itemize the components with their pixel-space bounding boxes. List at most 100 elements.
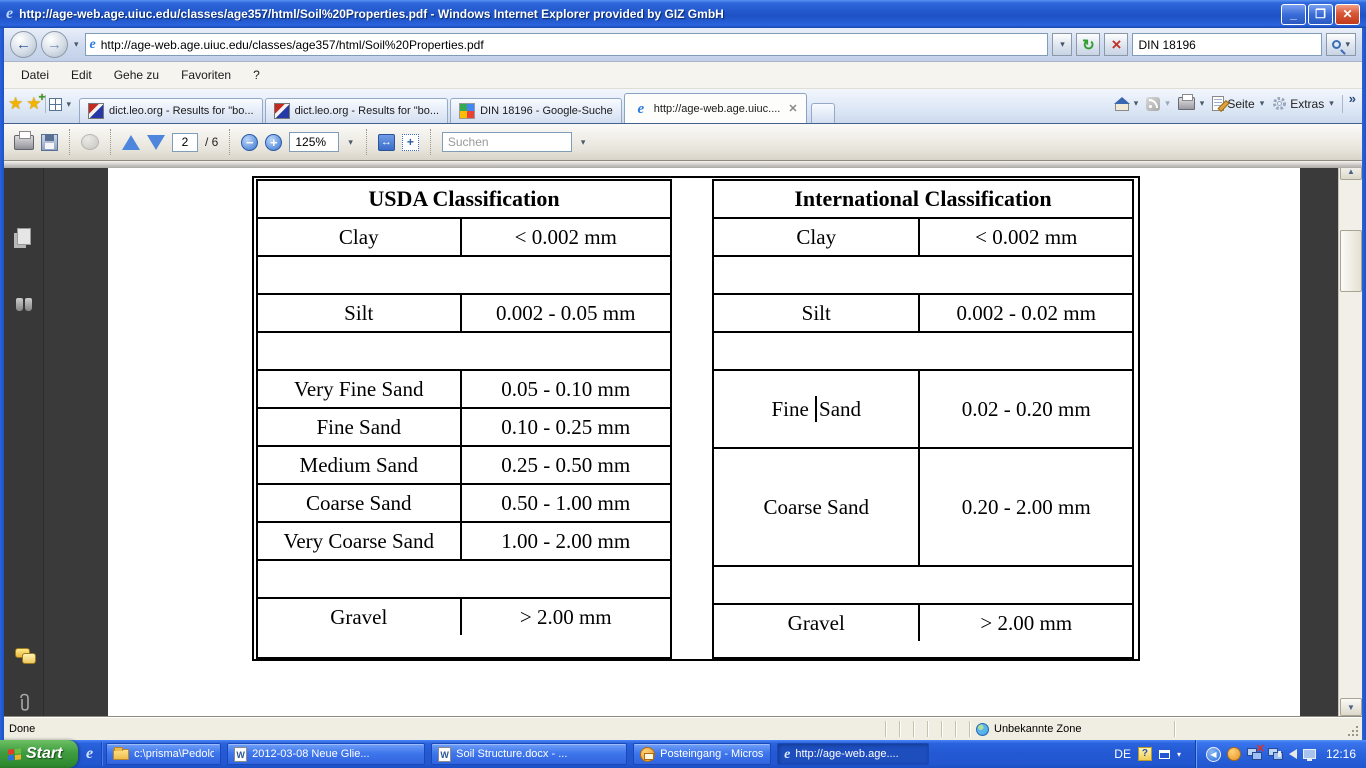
status-segment [899, 721, 913, 737]
zoom-dropdown-icon[interactable]: ▾ [346, 137, 355, 148]
pdf-print-icon[interactable] [14, 130, 34, 150]
status-segment [913, 721, 927, 737]
tab-close-icon[interactable]: ✕ [788, 102, 797, 115]
scrollbar-thumb[interactable] [1340, 230, 1362, 292]
zoom-out-icon[interactable]: − [241, 133, 259, 151]
display-icon[interactable] [1302, 749, 1316, 761]
menu-item-gehezu[interactable]: Gehe zu [103, 65, 170, 85]
start-button[interactable]: Start [0, 740, 78, 768]
ie-quicklaunch-icon[interactable]: e [86, 746, 93, 762]
overflow-chevron-icon[interactable]: » [1349, 91, 1356, 106]
menu-item-[interactable]: ? [242, 65, 271, 85]
favorites-icon[interactable]: ★ [8, 94, 23, 114]
search-button[interactable]: ▾ [1326, 33, 1356, 56]
attachments-paperclip-icon[interactable] [16, 693, 32, 716]
back-button[interactable]: ← [10, 31, 37, 58]
fit-width-icon[interactable]: ↔ [377, 133, 395, 151]
forward-button[interactable]: → [41, 31, 68, 58]
tab-2[interactable]: dict.leo.org - Results for "bo... [264, 98, 449, 123]
address-input[interactable]: e http://age-web.age.uiuc.edu/classes/ag… [84, 33, 1049, 56]
stop-button[interactable]: × [1104, 33, 1129, 56]
particle-name-cell: Clay [258, 219, 462, 255]
home-button[interactable]: ▾ [1113, 96, 1141, 111]
bookmarks-binoculars-icon[interactable] [16, 298, 32, 311]
menu-item-favoriten[interactable]: Favoriten [170, 65, 242, 85]
search-input[interactable]: DIN 18196 [1132, 33, 1323, 56]
language-dropdown-icon[interactable]: ▾ [1177, 750, 1181, 759]
page-menu-button[interactable]: Seite ▾ [1212, 96, 1266, 111]
home-icon [1113, 96, 1130, 111]
close-button[interactable]: ✕ [1335, 3, 1360, 25]
document-pane-top-edge [4, 161, 1362, 168]
quick-tabs-dropdown-icon[interactable]: ▾ [65, 99, 74, 110]
printer-icon [1177, 94, 1195, 110]
volume-icon[interactable] [1277, 749, 1297, 759]
zoom-level-select[interactable]: 125% [289, 132, 340, 152]
tools-menu-button[interactable]: Extras ▾ [1272, 96, 1336, 111]
particle-size-cell: 0.10 - 0.25 mm [501, 414, 631, 439]
desktop: e http://age-web.age.uiuc.edu/classes/ag… [0, 0, 1366, 768]
particle-size-cell: > 2.00 mm [980, 610, 1073, 635]
new-tab-stub[interactable] [810, 103, 835, 123]
zone-globe-icon [976, 722, 989, 736]
window-border-right [1362, 28, 1366, 740]
page-number-input[interactable]: 2 [172, 132, 198, 152]
help-icon[interactable]: ? [1137, 747, 1152, 761]
network-disconnected-icon[interactable]: ✕ [1246, 743, 1265, 760]
pdf-save-icon[interactable] [41, 133, 58, 151]
quick-tabs-icon[interactable] [48, 97, 62, 111]
hide-icons-chevron-icon[interactable]: ◀ [1205, 746, 1221, 762]
tab-4[interactable]: e http://age-web.age.uiuc.... ✕ [623, 93, 807, 123]
particle-name-cell: Very Fine Sand [258, 371, 462, 407]
feeds-button[interactable]: ▾ [1146, 96, 1172, 111]
taskbar-button-2[interactable]: W 2012-03-08 Neue Glie... [227, 743, 426, 765]
fit-page-icon[interactable]: + [401, 133, 419, 151]
pdf-toolbar: 2 / 6 − + 125% ▾ ↔ + Suchen ▾ [4, 124, 1362, 161]
vertical-scrollbar[interactable]: ▲ ▼ [1338, 161, 1362, 717]
divider [1341, 94, 1343, 113]
tab-label: http://age-web.age.uiuc.... [653, 102, 781, 115]
pdf-search-dropdown-icon[interactable]: ▾ [579, 137, 588, 148]
next-page-icon[interactable] [147, 134, 165, 150]
ie-icon: e [784, 746, 791, 762]
security-zone-panel: Unbekannte Zone [969, 721, 1174, 737]
taskbar-button-label: Posteingang - Micros... [660, 748, 765, 760]
tab-3[interactable]: DIN 18196 - Google-Suche [450, 98, 622, 123]
pdf-search-input[interactable]: Suchen [441, 132, 572, 152]
outlook-reminder-icon[interactable] [1226, 747, 1241, 761]
particle-name-cell: Gravel [714, 605, 921, 641]
tab-bar: ★ ★ ▾ dict.leo.org - Results for "bo...d… [4, 89, 1362, 124]
search-dropdown-icon[interactable]: ▾ [1345, 39, 1350, 50]
history-dropdown-icon[interactable]: ▾ [72, 39, 81, 50]
taskbar-button-4[interactable]: Posteingang - Micros... [633, 743, 772, 765]
taskbar-button-3[interactable]: W Soil Structure.docx - ... [431, 743, 628, 765]
pages-panel-icon[interactable] [17, 228, 31, 245]
windows-logo-icon [8, 747, 21, 761]
particle-size-cell: < 0.002 mm [514, 224, 617, 249]
menu-item-edit[interactable]: Edit [60, 65, 103, 85]
pdf-page[interactable]: USDA Classification Clay < 0.002 mm Silt 0.0… [108, 168, 1300, 717]
scroll-down-icon[interactable]: ▼ [1340, 698, 1362, 716]
previous-page-icon[interactable] [122, 134, 140, 150]
language-indicator[interactable]: DE [1114, 747, 1131, 761]
minimize-button[interactable]: _ [1281, 3, 1306, 25]
resize-grip[interactable] [1344, 718, 1362, 740]
restore-window-icon[interactable] [1158, 749, 1170, 759]
particle-name-cell: Very Coarse Sand [258, 523, 462, 559]
print-button[interactable]: ▾ [1177, 94, 1207, 110]
refresh-button[interactable]: ↻ [1076, 33, 1101, 56]
table-spacer-row [714, 565, 1132, 603]
zoom-in-icon[interactable]: + [265, 133, 283, 151]
add-favorite-icon[interactable]: ★ [26, 90, 46, 114]
menu-item-datei[interactable]: Datei [10, 65, 60, 85]
tab-1[interactable]: dict.leo.org - Results for "bo... [79, 98, 263, 123]
comments-panel-icon[interactable] [15, 648, 36, 664]
folder-icon [113, 746, 130, 760]
taskbar-button-5[interactable]: e http://age-web.age.... [777, 743, 930, 765]
address-dropdown-button[interactable]: ▾ [1052, 33, 1073, 56]
taskbar-button-1[interactable]: c:\prisma\Pedologie [106, 743, 222, 765]
particle-name-cell: Coarse Sand [714, 449, 921, 565]
command-bar: ▾ ▾ ▾ Seite ▾ Extras ▾ » [1113, 89, 1358, 123]
maximize-button[interactable]: ❐ [1308, 3, 1333, 25]
window-controls: _ ❐ ✕ [1281, 3, 1360, 25]
